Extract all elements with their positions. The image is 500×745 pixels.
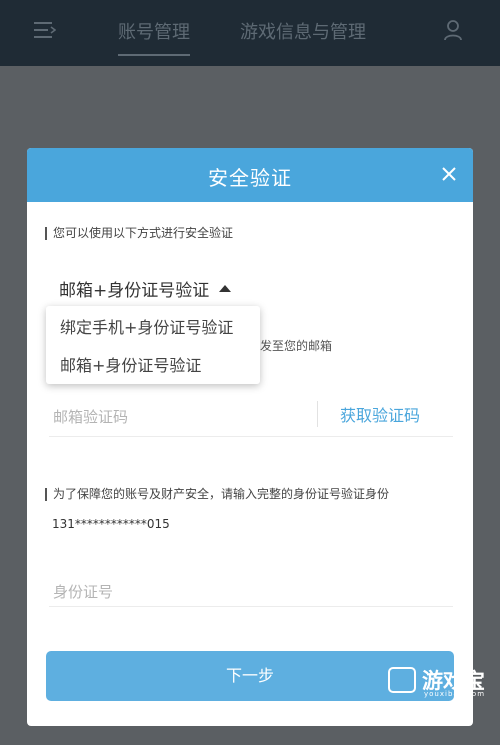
verification-method-select[interactable]: 邮箱+身份证号验证 <box>59 276 232 301</box>
option-email-id[interactable]: 邮箱+身份证号验证 <box>60 352 201 376</box>
menu-icon[interactable] <box>34 20 56 40</box>
method-hint-label: 您可以使用以下方式进行安全验证 <box>45 227 233 240</box>
id-number-underline <box>49 606 453 607</box>
field-divider <box>317 401 318 427</box>
close-icon[interactable] <box>437 162 461 186</box>
tab-game-info[interactable]: 游戏信息与管理 <box>240 18 366 44</box>
top-nav-bar: 账号管理 游戏信息与管理 <box>0 0 500 66</box>
dialog-header: 安全验证 <box>27 148 473 202</box>
watermark-url: youxibao.com <box>424 690 486 698</box>
caret-up-icon <box>219 285 232 292</box>
option-phone-id[interactable]: 绑定手机+身份证号验证 <box>60 314 233 338</box>
user-icon[interactable] <box>443 19 463 41</box>
gamepad-icon <box>388 667 416 693</box>
selected-method-label: 邮箱+身份证号验证 <box>59 281 210 301</box>
security-verification-dialog: 安全验证 您可以使用以下方式进行安全验证 邮箱+身份证号验证 发至您的邮箱 绑定… <box>27 148 473 726</box>
send-hint-text: 发至您的邮箱 <box>260 339 333 353</box>
email-code-input[interactable] <box>51 403 315 431</box>
masked-id-number: 131************015 <box>52 517 170 531</box>
tab-account-management[interactable]: 账号管理 <box>118 18 190 56</box>
watermark-logo: 游戏宝 youxibao.com <box>388 665 494 699</box>
get-code-button[interactable]: 获取验证码 <box>340 402 420 426</box>
id-hint-label: 为了保障您的账号及财产安全，请输入完整的身份证号验证身份 <box>45 488 389 501</box>
email-code-underline <box>49 436 453 437</box>
id-number-input[interactable] <box>51 578 435 606</box>
dialog-title: 安全验证 <box>208 166 292 190</box>
method-dropdown-menu: 绑定手机+身份证号验证 邮箱+身份证号验证 <box>46 306 260 384</box>
